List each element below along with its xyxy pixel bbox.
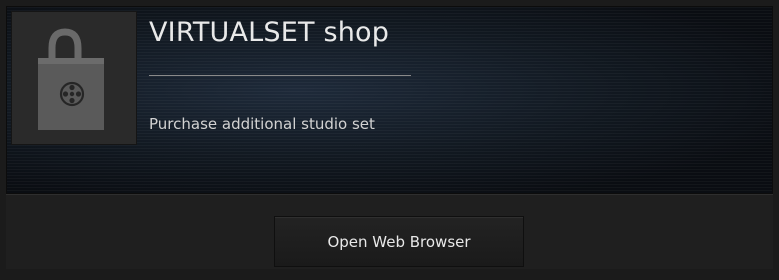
shop-icon-tile [11,11,137,145]
virtualset-shop-panel: VIRTUALSET shop Purchase additional stud… [0,0,779,280]
title-divider [149,75,411,76]
shop-subtitle: Purchase additional studio set [149,115,375,133]
open-web-browser-button[interactable]: Open Web Browser [274,216,524,267]
shop-header: VIRTUALSET shop Purchase additional stud… [6,6,773,194]
shopping-bag-icon [38,28,104,130]
shop-title: VIRTUALSET shop [149,17,390,48]
shop-footer: Open Web Browser [6,194,773,269]
film-reel-icon [59,81,85,107]
